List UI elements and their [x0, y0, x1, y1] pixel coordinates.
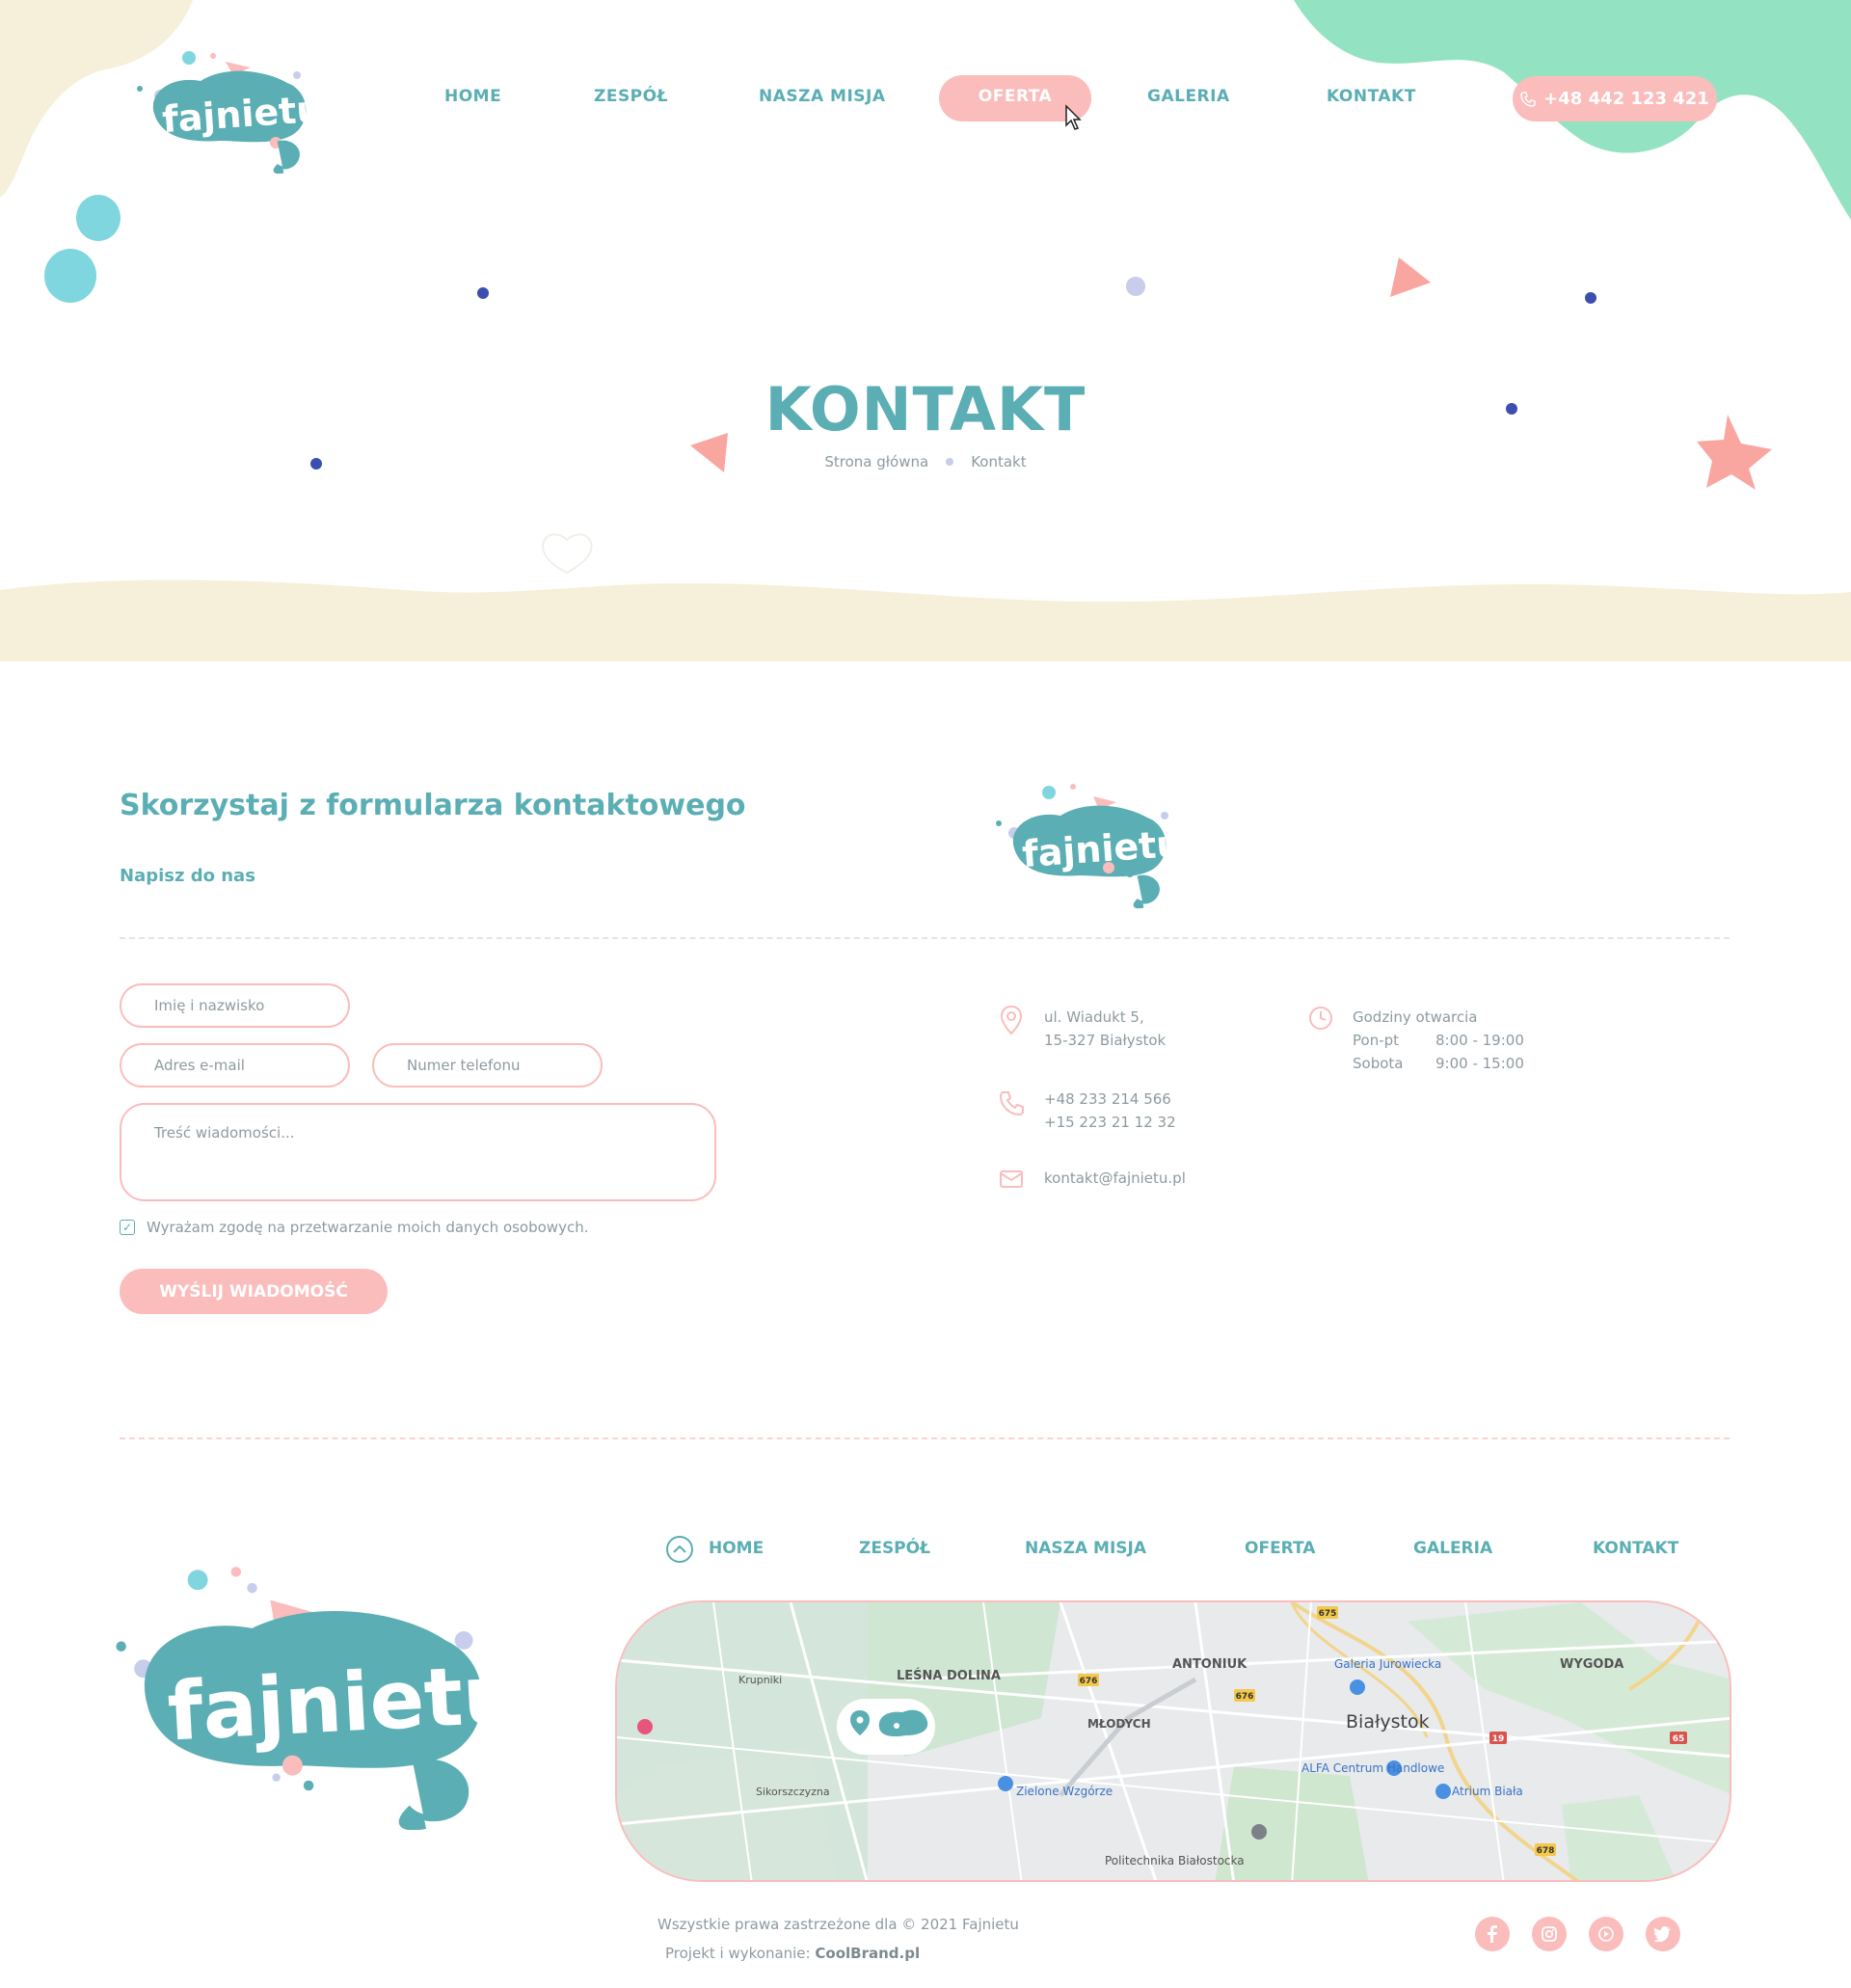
- map-label: ANTONIUK: [1172, 1657, 1247, 1672]
- footer-logo[interactable]: fajnietu: [114, 1564, 499, 1830]
- nav-galeria[interactable]: GALERIA: [1147, 87, 1230, 110]
- breadcrumb-separator: [946, 458, 954, 466]
- message-textarea[interactable]: [120, 1103, 716, 1201]
- email[interactable]: kontakt@fajnietu.pl: [1044, 1167, 1186, 1190]
- map-canvas[interactable]: LEŚNA DOLINA ANTONIUK Galeria Jurowiecka…: [617, 1602, 1731, 1882]
- consent-row: ✓ Wyrażam zgodę na przetwarzanie moich d…: [120, 1219, 588, 1236]
- footer-divider: [120, 1437, 1730, 1439]
- instagram-icon[interactable]: [1532, 1917, 1567, 1951]
- consent-label: Wyrażam zgodę na przetwarzanie moich dan…: [147, 1219, 589, 1236]
- facebook-icon[interactable]: [1475, 1917, 1510, 1951]
- footer-nav-oferta[interactable]: OFERTA: [1245, 1539, 1315, 1558]
- nav-nasza-misja[interactable]: NASZA MISJA: [759, 87, 886, 110]
- nav-kontakt[interactable]: KONTAKT: [1327, 87, 1416, 110]
- address: ul. Wiadukt 5, 15-327 Białystok: [1044, 1006, 1166, 1052]
- consent-checkbox[interactable]: ✓: [120, 1220, 135, 1235]
- road-badge-text: 676: [1236, 1692, 1254, 1702]
- phone-button[interactable]: +48 442 123 421: [1513, 76, 1717, 121]
- credits-label: Projekt i wykonanie:: [665, 1945, 811, 1962]
- map-label: Zielone Wzgórze: [1016, 1785, 1113, 1798]
- map-label: Sikorszczyzna: [756, 1786, 830, 1798]
- phone-1[interactable]: +48 233 214 566: [1044, 1088, 1176, 1111]
- phone-number: +48 442 123 421: [1543, 89, 1709, 109]
- footer-nav-galeria[interactable]: GALERIA: [1413, 1539, 1492, 1558]
- scroll-top-icon[interactable]: [665, 1535, 694, 1564]
- phone-numbers: +48 233 214 566 +15 223 21 12 32: [1044, 1088, 1176, 1134]
- map-label: ALFA Centrum Handlowe: [1301, 1761, 1444, 1775]
- footer-logo-text: fajnietu: [165, 1647, 499, 1760]
- section-divider: [120, 937, 1730, 939]
- map-label: Galeria Jurowiecka: [1334, 1657, 1441, 1671]
- address-line2: 15-327 Białystok: [1044, 1032, 1167, 1049]
- breadcrumb-current: Kontakt: [971, 453, 1027, 470]
- logo[interactable]: fajnietu: [133, 46, 316, 174]
- breadcrumb: Strona główna Kontakt: [0, 453, 1851, 470]
- clock-icon: [1309, 1007, 1332, 1030]
- hours-day: Sobota: [1353, 1055, 1404, 1072]
- hours-title: Godziny otwarcia: [1353, 1008, 1478, 1026]
- hours-row: Pon-pt 8:00 - 19:00: [1353, 1029, 1524, 1052]
- phone-icon: [1520, 91, 1536, 107]
- youtube-icon[interactable]: [1589, 1917, 1623, 1951]
- contact-form-title: Skorzystaj z formularza kontaktowego: [120, 789, 746, 822]
- page-title: KONTAKT: [765, 374, 1086, 444]
- hours-day: Pon-pt: [1353, 1032, 1400, 1049]
- name-input[interactable]: [120, 983, 350, 1028]
- road-badge-text: 675: [1319, 1609, 1337, 1619]
- footer-nav-home[interactable]: HOME: [709, 1539, 764, 1558]
- map-label: Białystok: [1346, 1711, 1430, 1733]
- map-label: Atrium Biała: [1452, 1785, 1523, 1798]
- road-badge-text: 678: [1537, 1846, 1555, 1856]
- contact-form-subtitle: Napisz do nas: [120, 866, 255, 886]
- nav-zespol[interactable]: ZESPÓŁ: [594, 87, 668, 110]
- hours-time: 9:00 - 15:00: [1435, 1055, 1524, 1072]
- map-label: MŁODYCH: [1087, 1717, 1151, 1731]
- phone-input[interactable]: [372, 1043, 603, 1088]
- location-map[interactable]: LEŚNA DOLINA ANTONIUK Galeria Jurowiecka…: [615, 1600, 1731, 1882]
- mail-icon: [1000, 1170, 1023, 1188]
- address-line1: ul. Wiadukt 5,: [1044, 1008, 1144, 1026]
- contact-logo: fajnietu: [996, 784, 1176, 909]
- nav-home[interactable]: HOME: [444, 87, 501, 110]
- hours-time: 8:00 - 19:00: [1435, 1032, 1524, 1049]
- breadcrumb-home[interactable]: Strona główna: [824, 453, 928, 470]
- road-badge-text: 19: [1492, 1734, 1505, 1744]
- phone-icon: [999, 1091, 1024, 1116]
- footer-nav-kontakt[interactable]: KONTAKT: [1593, 1539, 1678, 1558]
- map-label: Politechnika Białostocka: [1105, 1854, 1245, 1867]
- send-message-button[interactable]: WYŚLIJ WIADOMOŚĆ: [120, 1269, 388, 1314]
- twitter-icon[interactable]: [1646, 1917, 1680, 1951]
- map-label: WYGODA: [1560, 1657, 1623, 1672]
- phone-2[interactable]: +15 223 21 12 32: [1044, 1111, 1176, 1134]
- mouse-cursor-icon: [1065, 104, 1082, 130]
- email-input[interactable]: [120, 1043, 350, 1088]
- credits-link[interactable]: CoolBrand.pl: [815, 1945, 920, 1962]
- credits: Projekt i wykonanie: CoolBrand.pl: [665, 1945, 920, 1962]
- copyright: Wszystkie prawa zastrzeżone dla © 2021 F…: [657, 1916, 1019, 1933]
- footer-nav-zespol[interactable]: ZESPÓŁ: [859, 1539, 930, 1558]
- hours-row: Sobota 9:00 - 15:00: [1353, 1052, 1524, 1075]
- location-pin-icon: [1000, 1005, 1023, 1035]
- map-label: LEŚNA DOLINA: [897, 1668, 1001, 1683]
- footer-nav-nasza-misja[interactable]: NASZA MISJA: [1025, 1539, 1146, 1558]
- road-badge-text: 676: [1080, 1677, 1098, 1686]
- map-label: Krupniki: [738, 1674, 782, 1686]
- road-badge-text: 65: [1673, 1734, 1685, 1744]
- opening-hours: Godziny otwarcia Pon-pt 8:00 - 19:00 Sob…: [1353, 1006, 1524, 1075]
